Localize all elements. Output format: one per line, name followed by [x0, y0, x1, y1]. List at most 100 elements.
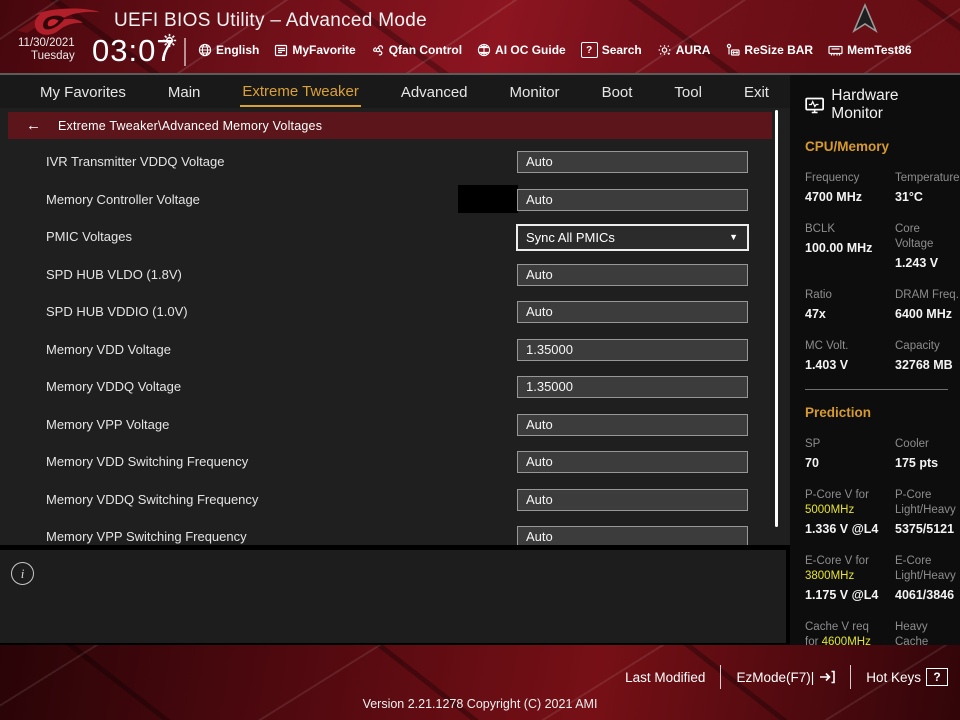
setting-row: Memory VPP Voltage Auto: [0, 413, 790, 440]
setting-label: Memory VPP Switching Frequency: [46, 529, 247, 544]
setting-value-field[interactable]: 1.35000: [517, 376, 748, 398]
header-bar: UEFI BIOS Utility – Advanced Mode 11/30/…: [0, 0, 960, 75]
monitor-icon: [805, 97, 824, 113]
hardware-monitor-header: Hardware Monitor: [805, 87, 950, 123]
stat-mc-volt: MC Volt. 1.403 V: [805, 340, 849, 372]
setting-label: Memory VDDQ Voltage: [46, 379, 182, 394]
stat-core-voltage: Core Voltage 1.243 V: [895, 223, 939, 270]
breadcrumb-path: Extreme Tweaker\Advanced Memory Voltages: [58, 118, 323, 133]
setting-label: IVR Transmitter VDDQ Voltage: [46, 154, 225, 169]
ai-oc-guide-button[interactable]: AI OC Guide: [477, 43, 566, 57]
stat-ecore-light-heavy: E-Core Light/Heavy 4061/3846: [895, 555, 956, 602]
last-modified-button[interactable]: Last Modified: [625, 670, 705, 685]
help-info-panel: i: [0, 550, 786, 643]
tab-my-favorites[interactable]: My Favorites: [38, 78, 128, 106]
aura-button[interactable]: AURA: [657, 43, 710, 57]
search-button[interactable]: ? Search: [580, 42, 642, 58]
pmic-voltages-dropdown[interactable]: Sync All PMICs ▼: [516, 224, 749, 251]
setting-label: Memory VPP Voltage: [46, 416, 170, 432]
ai-oc-icon: [477, 43, 491, 57]
exit-arrow-icon: [820, 670, 836, 684]
setting-label: Memory VDDQ Switching Frequency: [46, 491, 259, 507]
sidebar-title: Hardware Monitor: [831, 87, 899, 122]
setting-value-field[interactable]: Auto: [517, 188, 748, 211]
cpu-memory-stats: Frequency 4700 MHz Temperature 31°C BCLK 10…: [805, 171, 960, 373]
chevron-down-icon: ▼: [729, 232, 738, 242]
stat-pcore-v: P-Core V for 5000MHz 1.336 V @L4: [805, 489, 879, 536]
footer-separator: [720, 665, 722, 689]
tab-extreme-tweaker[interactable]: Extreme Tweaker: [240, 77, 361, 107]
stat-sp: SP 70: [805, 438, 821, 470]
prediction-stats: SP 70 Cooler 175 pts P-Core V for 5000MHz 1…: [805, 437, 956, 669]
tab-boot[interactable]: Boot: [600, 78, 635, 106]
resize-bar-icon: [727, 43, 741, 56]
memtest86-button[interactable]: MemTest86: [828, 43, 912, 57]
hot-keys-button[interactable]: Hot Keys ?: [866, 668, 948, 686]
setting-value-field[interactable]: 1.35000: [517, 338, 748, 361]
setting-row: Memory VDD Voltage 1.35000: [0, 338, 790, 365]
setting-value-field[interactable]: Auto: [517, 301, 748, 323]
tab-advanced[interactable]: Advanced: [399, 78, 470, 106]
mouse-cursor-icon: [852, 2, 878, 34]
favorite-icon: [275, 44, 288, 56]
setting-row: Memory VDD Switching Frequency Auto: [0, 451, 790, 477]
stat-cooler: Cooler 175 pts: [895, 438, 939, 470]
qfan-control-button[interactable]: Qfan Control: [371, 43, 462, 57]
setting-value-field[interactable]: Auto: [517, 526, 748, 545]
myfavorite-button[interactable]: MyFavorite: [274, 43, 356, 57]
quick-links: English MyFavorite Qfan Control AI OC Gu…: [198, 42, 912, 58]
ezmode-button[interactable]: EzMode(F7)|: [736, 670, 836, 685]
sidebar-divider: [805, 389, 948, 390]
page-title: UEFI BIOS Utility – Advanced Mode: [114, 10, 427, 31]
setting-row: SPD HUB VDDIO (1.0V) Auto: [0, 301, 790, 327]
prediction-heading: Prediction: [805, 405, 872, 420]
setting-value-field[interactable]: Auto: [517, 451, 748, 473]
fan-icon: [372, 45, 383, 56]
setting-row: PMIC Voltages Sync All PMICs ▼: [0, 224, 790, 252]
stat-temperature: Temperature 31°C: [895, 172, 960, 204]
stat-ratio: Ratio 47x: [805, 289, 832, 321]
setting-row: Memory VDDQ Switching Frequency Auto: [0, 488, 790, 515]
setting-row: Memory VDDQ Voltage 1.35000: [0, 376, 790, 402]
tab-monitor[interactable]: Monitor: [508, 78, 562, 106]
stat-dram-freq: DRAM Freq. 6400 MHz: [895, 289, 959, 321]
setting-label: SPD HUB VLDO (1.8V): [46, 266, 182, 282]
tab-exit[interactable]: Exit: [742, 78, 771, 106]
tab-tool[interactable]: Tool: [672, 78, 704, 106]
settings-panel: ← Extreme Tweaker\Advanced Memory Voltag…: [0, 108, 790, 545]
stat-frequency: Frequency 4700 MHz: [805, 172, 862, 204]
setting-row: Memory VPP Switching Frequency Auto: [0, 526, 790, 545]
clock-settings-gear-icon[interactable]: [162, 33, 177, 48]
tab-main[interactable]: Main: [166, 78, 203, 106]
back-arrow-icon[interactable]: ←: [26, 117, 41, 134]
redaction-overlay: [458, 184, 518, 213]
setting-row: SPD HUB VLDO (1.8V) Auto: [0, 263, 790, 290]
search-icon: ?: [580, 42, 598, 58]
setting-label: Memory Controller Voltage: [46, 191, 200, 207]
language-button[interactable]: English: [198, 43, 259, 57]
resize-bar-button[interactable]: ReSize BAR: [725, 43, 813, 57]
globe-icon: [198, 43, 212, 57]
memtest-icon: [828, 45, 843, 55]
scrollbar[interactable]: [775, 110, 778, 527]
header-separator: [184, 38, 186, 66]
stat-ecore-v: E-Core V for 3800MHz 1.175 V @L4: [805, 555, 879, 602]
setting-row: Memory Controller Voltage Auto: [0, 184, 790, 215]
setting-value-field[interactable]: Auto: [517, 488, 748, 511]
version-text: Version 2.21.1278 Copyright (C) 2021 AMI: [362, 697, 598, 711]
footer-bar: Last Modified EzMode(F7)| Hot Keys ? Ver…: [0, 645, 960, 720]
setting-value-field[interactable]: Auto: [517, 263, 748, 286]
cpu-memory-heading: CPU/Memory: [805, 139, 890, 154]
footer-separator: [850, 665, 852, 689]
footer-links: Last Modified EzMode(F7)| Hot Keys ?: [625, 665, 948, 689]
breadcrumb[interactable]: ← Extreme Tweaker\Advanced Memory Voltag…: [8, 112, 772, 139]
stat-capacity: Capacity 32768 MB: [895, 340, 953, 372]
setting-label: PMIC Voltages: [46, 229, 132, 244]
info-icon: i: [11, 562, 34, 585]
hardware-monitor-sidebar: Hardware Monitor CPU/Memory Frequency 470…: [790, 75, 960, 668]
setting-label: Memory VDD Switching Frequency: [46, 454, 249, 469]
setting-value-field[interactable]: Auto: [517, 151, 748, 173]
setting-label: Memory VDD Voltage: [46, 341, 171, 357]
setting-value-field[interactable]: Auto: [517, 413, 748, 436]
uefi-bios-screen: { "header": { "title": "UEFI BIOS Utilit…: [0, 0, 960, 720]
